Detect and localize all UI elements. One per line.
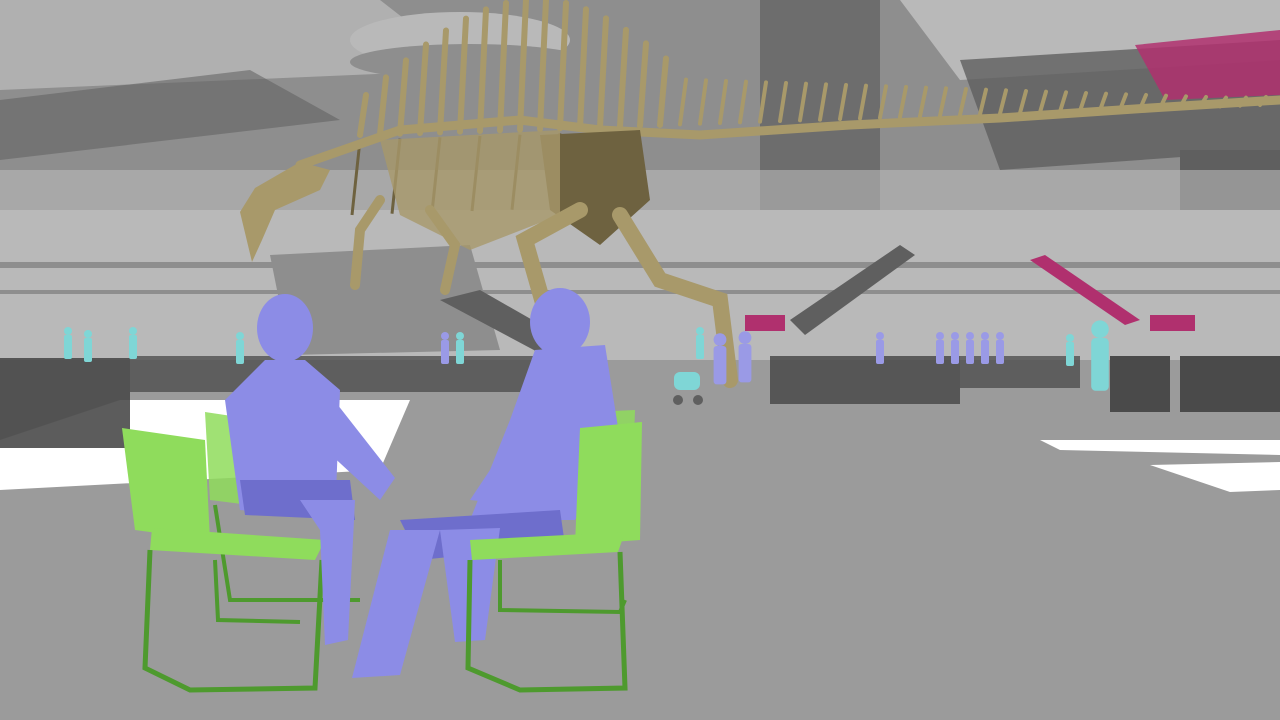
standing-figure-icon	[738, 331, 752, 383]
standing-figure-icon	[996, 332, 1004, 364]
standing-figure-icon	[456, 332, 464, 364]
standing-figure-icon	[64, 327, 72, 359]
standing-figure-icon	[236, 332, 244, 364]
standing-figure-icon	[951, 332, 959, 364]
scene-canvas	[0, 0, 1280, 720]
standing-figure-icon	[84, 330, 92, 362]
standing-figure-icon	[876, 332, 884, 364]
standing-figure-icon	[966, 332, 974, 364]
standing-figure-icon	[936, 332, 944, 364]
standing-figure-icon	[1091, 320, 1109, 391]
standing-figure-icon	[696, 327, 704, 359]
standing-figure-icon	[441, 332, 449, 364]
standing-figure-icon	[129, 327, 137, 359]
standing-figure-icon	[713, 333, 727, 385]
standing-figure-icon	[1066, 334, 1074, 366]
render-viewport	[0, 0, 1280, 720]
standing-figure-icon	[981, 332, 989, 364]
